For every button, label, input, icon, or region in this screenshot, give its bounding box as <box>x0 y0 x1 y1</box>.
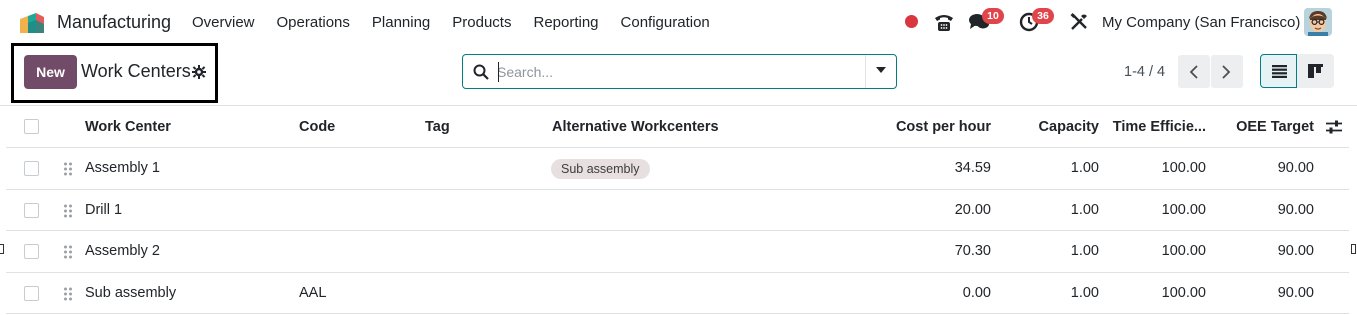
cell-work-center: Assembly 2 <box>85 243 160 259</box>
list-view-button[interactable] <box>1260 54 1297 88</box>
gear-icon[interactable] <box>192 65 206 79</box>
select-all-checkbox[interactable] <box>24 119 39 134</box>
search-bar <box>462 54 897 89</box>
main-menu: Overview Operations Planning Products Re… <box>192 14 732 31</box>
row-checkbox[interactable] <box>24 202 39 218</box>
row-checkbox[interactable] <box>24 161 39 176</box>
chevron-left-icon <box>1189 65 1198 79</box>
row-checkbox[interactable] <box>24 285 39 301</box>
app-name[interactable]: Manufacturing <box>57 12 171 33</box>
pager-next-button[interactable] <box>1211 55 1243 88</box>
column-cost-per-hour[interactable]: Cost per hour <box>896 119 991 135</box>
cell-time-efficiency: 100.00 <box>1161 243 1206 259</box>
list-view-icon <box>1272 65 1287 78</box>
cell-oee-target: 90.00 <box>1277 243 1314 259</box>
pager-previous-button[interactable] <box>1178 55 1210 88</box>
selection-edge-marker <box>1351 244 1356 254</box>
chevron-right-icon <box>1222 65 1231 79</box>
optional-columns-icon[interactable] <box>1326 120 1342 134</box>
manufacturing-app-icon[interactable] <box>20 11 50 33</box>
table-header: Work Center Code Tag Alternative Workcen… <box>6 106 1349 148</box>
menu-configuration[interactable]: Configuration <box>621 14 710 31</box>
column-tag[interactable]: Tag <box>425 119 450 135</box>
caret-down-icon <box>876 67 886 73</box>
cell-time-efficiency: 100.00 <box>1161 160 1206 176</box>
company-switcher[interactable]: My Company (San Francisco) <box>1102 14 1300 31</box>
column-work-center[interactable]: Work Center <box>85 119 171 135</box>
search-options-toggle[interactable] <box>865 55 896 88</box>
table-row[interactable]: Assembly 2 70.30 1.00 100.00 90.00 <box>6 231 1349 273</box>
table-row[interactable]: Sub assembly AAL 0.00 1.00 100.00 90.00 <box>6 272 1349 314</box>
column-oee-target[interactable]: OEE Target <box>1236 119 1314 135</box>
drag-handle-icon[interactable] <box>63 286 73 302</box>
cell-capacity: 1.00 <box>1070 201 1099 218</box>
menu-products[interactable]: Products <box>452 14 511 31</box>
cell-oee-target: 90.00 <box>1277 284 1314 301</box>
cell-capacity: 1.00 <box>1070 160 1099 176</box>
cell-cost-per-hour: 34.59 <box>954 160 991 176</box>
drag-handle-icon[interactable] <box>63 203 73 219</box>
page-title[interactable]: Work Centers <box>81 61 191 82</box>
menu-planning[interactable]: Planning <box>372 14 430 31</box>
activity-count-badge: 36 <box>1032 8 1054 24</box>
cell-cost-per-hour: 0.00 <box>962 284 991 301</box>
column-alternative-workcenters[interactable]: Alternative Workcenters <box>552 119 719 135</box>
drag-handle-icon[interactable] <box>63 161 73 177</box>
table-row[interactable]: Drill 1 20.00 1.00 100.00 90.00 <box>6 189 1349 231</box>
phone-icon[interactable] <box>933 11 955 33</box>
menu-reporting[interactable]: Reporting <box>533 14 598 31</box>
column-code[interactable]: Code <box>299 119 335 135</box>
cell-time-efficiency: 100.00 <box>1161 201 1206 218</box>
column-time-efficiency[interactable]: Time Efficie... <box>1113 119 1206 135</box>
recording-status-icon[interactable] <box>905 15 918 28</box>
cell-cost-per-hour: 70.30 <box>954 243 991 259</box>
table-row[interactable]: Assembly 1 Sub assembly 34.59 1.00 100.0… <box>6 148 1349 190</box>
text-caret <box>498 62 499 82</box>
kanban-view-icon <box>1308 64 1323 78</box>
cell-cost-per-hour: 20.00 <box>954 201 991 218</box>
cell-work-center: Drill 1 <box>85 201 123 218</box>
cell-oee-target: 90.00 <box>1277 160 1314 176</box>
cell-time-efficiency: 100.00 <box>1161 284 1206 301</box>
drag-handle-icon[interactable] <box>63 244 73 260</box>
column-capacity[interactable]: Capacity <box>1039 119 1099 135</box>
cell-capacity: 1.00 <box>1070 284 1099 301</box>
search-input[interactable] <box>497 61 857 83</box>
menu-operations[interactable]: Operations <box>277 14 350 31</box>
user-avatar[interactable] <box>1304 8 1332 36</box>
work-centers-table: Work Center Code Tag Alternative Workcen… <box>6 106 1349 314</box>
cell-oee-target: 90.00 <box>1277 201 1314 218</box>
cell-work-center: Assembly 1 <box>85 160 160 176</box>
selection-edge-marker <box>0 244 4 254</box>
search-icon <box>473 64 489 80</box>
row-checkbox[interactable] <box>24 244 39 259</box>
cell-capacity: 1.00 <box>1070 243 1099 259</box>
pager-value[interactable]: 1-4 / 4 <box>1124 64 1165 80</box>
cell-work-center: Sub assembly <box>85 284 177 301</box>
new-button[interactable]: New <box>24 55 77 89</box>
top-navbar: Manufacturing Overview Operations Planni… <box>0 0 1357 44</box>
cell-code: AAL <box>299 284 327 301</box>
debug-tools-icon[interactable] <box>1069 12 1089 32</box>
kanban-view-button[interactable] <box>1297 54 1334 88</box>
alternative-workcenter-tag: Sub assembly <box>551 159 650 179</box>
menu-overview[interactable]: Overview <box>192 14 255 31</box>
chat-count-badge: 10 <box>982 8 1004 24</box>
